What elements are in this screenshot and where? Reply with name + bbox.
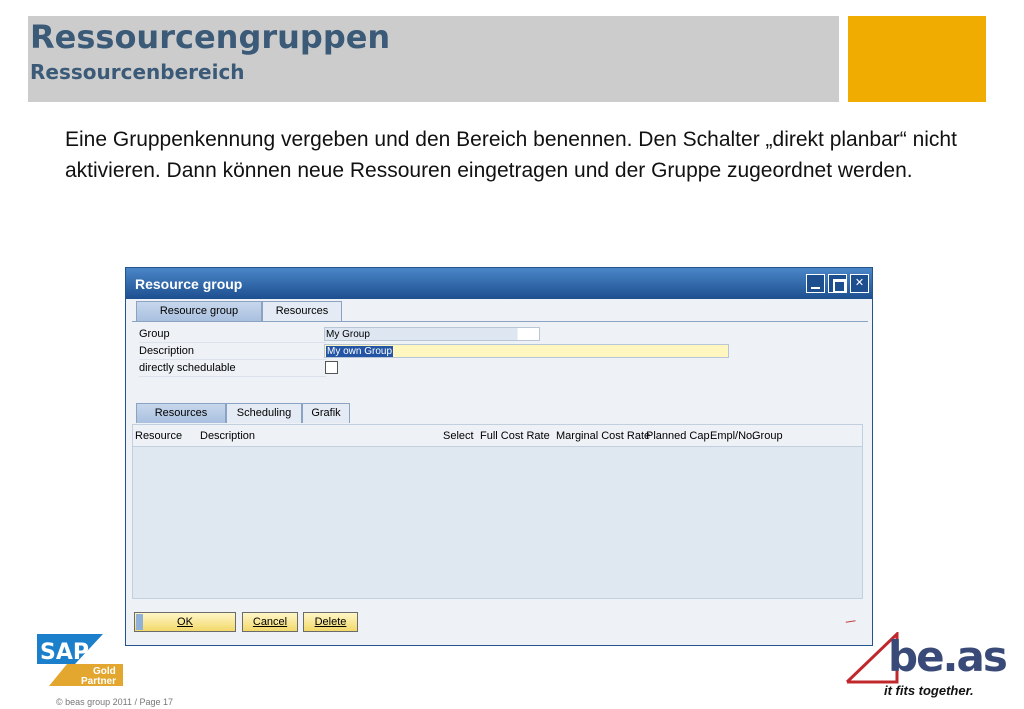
sap-badge-partner: Partner [81, 676, 116, 686]
schedulable-checkbox[interactable] [325, 361, 338, 374]
slide-title: Ressourcengruppen [30, 18, 391, 56]
minimize-icon[interactable] [806, 274, 825, 293]
resource-group-window: Resource group ✕ Resource group Resource… [125, 267, 873, 646]
close-icon[interactable]: ✕ [850, 274, 869, 293]
col-full-cost-rate[interactable]: Full Cost Rate [480, 430, 550, 442]
tab-resources-list[interactable]: Resources [136, 403, 226, 423]
beas-wordmark: be.as [888, 632, 1008, 681]
group-label: Group [139, 328, 170, 340]
row-divider [139, 342, 326, 343]
ok-button[interactable]: OK [134, 612, 236, 632]
tab-resources[interactable]: Resources [262, 301, 342, 321]
cancel-button[interactable]: Cancel [242, 612, 298, 632]
resources-grid[interactable]: Resource Description Select Full Cost Ra… [132, 424, 863, 599]
delete-button[interactable]: Delete [303, 612, 358, 632]
ok-label: OK [177, 616, 193, 628]
slide-body-text: Eine Gruppenkennung vergeben und den Ber… [65, 128, 957, 182]
col-description[interactable]: Description [200, 430, 255, 442]
col-empl-no[interactable]: Empl/No. [710, 430, 755, 442]
resize-grip-icon[interactable] [844, 620, 858, 623]
col-select[interactable]: Select [443, 430, 474, 442]
description-field[interactable]: My own Group [324, 344, 729, 358]
header-accent-block [848, 16, 986, 102]
sap-word: SAP [40, 640, 89, 665]
cancel-label: Cancel [252, 616, 288, 628]
col-group[interactable]: Group [752, 430, 783, 442]
maximize-icon[interactable] [828, 274, 847, 293]
window-title: Resource group [135, 276, 243, 292]
tab-strip-divider [132, 321, 868, 322]
tab-scheduling[interactable]: Scheduling [226, 403, 302, 423]
grid-header: Resource Description Select Full Cost Ra… [133, 425, 862, 447]
tab-resource-group[interactable]: Resource group [136, 301, 262, 321]
window-titlebar[interactable]: Resource group ✕ [126, 268, 872, 299]
beas-tagline: it fits together. [884, 683, 974, 698]
slide-subtitle: Ressourcenbereich [30, 60, 245, 84]
description-label: Description [139, 345, 195, 357]
delete-label: Delete [314, 616, 347, 628]
schedulable-label: directly schedulable [139, 362, 236, 374]
slide-footer: © beas group 2011 / Page 17 [56, 697, 174, 707]
description-selected-text: My own Group [326, 346, 394, 357]
tab-grafik[interactable]: Grafik [302, 403, 350, 423]
sap-gold-partner-logo: SAP Gold Partner [37, 634, 123, 686]
row-divider [139, 359, 326, 360]
col-marginal-cost-rate[interactable]: Marginal Cost Rate [556, 430, 650, 442]
col-planned-caps[interactable]: Planned Caps [646, 430, 710, 442]
row-divider [139, 376, 326, 377]
group-field[interactable]: My Group [324, 327, 540, 341]
col-resource[interactable]: Resource [135, 430, 182, 442]
